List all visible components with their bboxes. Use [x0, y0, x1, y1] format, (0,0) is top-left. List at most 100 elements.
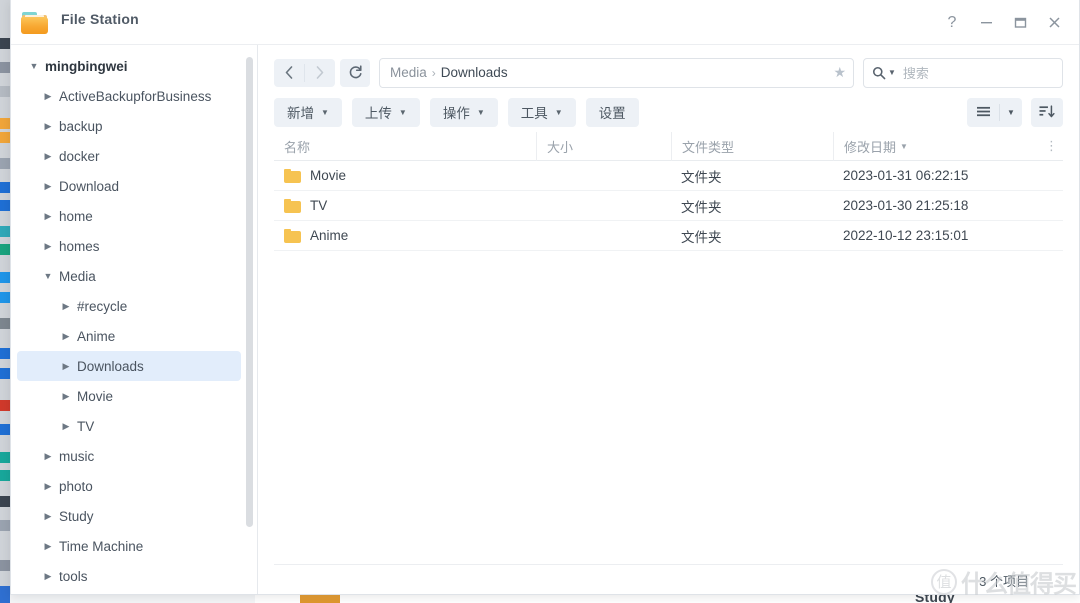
- sort-button[interactable]: [1031, 97, 1063, 127]
- taskbar-icon-fragment: [0, 560, 10, 571]
- sidebar-item-label: #recycle: [77, 298, 128, 314]
- maximize-icon: [1014, 17, 1026, 28]
- chevron-right-icon[interactable]: ▶: [41, 511, 55, 521]
- sidebar-item-label: Movie: [77, 388, 114, 404]
- chevron-right-icon[interactable]: ▶: [41, 91, 55, 101]
- taskbar-icon-fragment: [0, 244, 10, 255]
- sidebar-item-label: Downloads: [77, 358, 144, 374]
- sidebar-scrollbar[interactable]: [246, 57, 253, 527]
- history-buttons: [274, 58, 335, 87]
- close-button[interactable]: [1037, 6, 1071, 40]
- create-button[interactable]: 新增 ▼: [274, 97, 342, 127]
- sidebar-item-recycle[interactable]: ▶ #recycle: [17, 291, 241, 321]
- cell-name: TV: [274, 191, 536, 221]
- favorite-star-icon[interactable]: ★: [833, 64, 846, 81]
- sidebar-item-label: homes: [59, 238, 100, 254]
- tools-button[interactable]: 工具 ▼: [507, 97, 576, 127]
- column-header-modified[interactable]: 修改日期 ▼: [833, 132, 1041, 161]
- sidebar-item-label: mingbingwei: [45, 58, 128, 74]
- file-list: 名称 大小 文件类型 修改日期 ▼ ⋮ Movie 文件夹 2023-01-31 06:22:…: [274, 132, 1063, 564]
- file-list-body: Movie 文件夹 2023-01-31 06:22:15 TV 文件夹 2023-01-…: [274, 161, 1063, 251]
- table-row[interactable]: Anime 文件夹 2022-10-12 23:15:01: [274, 221, 1063, 251]
- chevron-right-icon[interactable]: ▶: [41, 211, 55, 221]
- sidebar-item-activebackupforbusiness[interactable]: ▶ ActiveBackupforBusiness: [17, 81, 241, 111]
- sidebar-item-photo[interactable]: ▶ photo: [17, 471, 241, 501]
- sidebar-item-backup[interactable]: ▶ backup: [17, 111, 241, 141]
- sidebar-item-study[interactable]: ▶ Study: [17, 501, 241, 531]
- forward-button[interactable]: [305, 59, 335, 87]
- search-input[interactable]: ▼ 搜索: [863, 57, 1063, 88]
- search-icon: [872, 66, 886, 80]
- sidebar-item-time-machine[interactable]: ▶ Time Machine: [17, 531, 241, 561]
- maximize-button[interactable]: [1003, 6, 1037, 40]
- toolbar: 新增 ▼ 上传 ▼ 操作 ▼ 工具 ▼ 设置 ▼: [258, 92, 1079, 132]
- sidebar-item-home[interactable]: ▶ home: [17, 201, 241, 231]
- sidebar-item-label: docker: [59, 148, 100, 164]
- search-scope-caret-icon[interactable]: ▼: [888, 68, 896, 77]
- chevron-down-icon: ▼: [476, 107, 485, 117]
- refresh-button[interactable]: [340, 58, 370, 87]
- toolbar-button-label: 新增: [287, 106, 314, 121]
- view-mode-caret-icon[interactable]: ▼: [1000, 98, 1022, 127]
- action-button[interactable]: 操作 ▼: [429, 97, 498, 127]
- sidebar-item-anime[interactable]: ▶ Anime: [17, 321, 241, 351]
- breadcrumb[interactable]: Media › Downloads ★: [379, 57, 854, 88]
- help-icon: ?: [947, 13, 957, 31]
- close-icon: [1048, 17, 1060, 28]
- cell-name: Anime: [274, 221, 536, 251]
- sidebar-item-download[interactable]: ▶ Download: [17, 171, 241, 201]
- breadcrumb-item[interactable]: Media: [388, 65, 429, 80]
- chevron-right-icon[interactable]: ▶: [41, 481, 55, 491]
- upload-button[interactable]: 上传 ▼: [351, 97, 420, 127]
- chevron-right-icon[interactable]: ▶: [41, 181, 55, 191]
- sidebar-item-label: ActiveBackupforBusiness: [59, 88, 212, 104]
- taskbar-icon-fragment: [0, 200, 10, 211]
- table-row[interactable]: TV 文件夹 2023-01-30 21:25:18: [274, 191, 1063, 221]
- chevron-down-icon[interactable]: ▼: [41, 271, 55, 281]
- chevron-down-icon: ▼: [398, 107, 407, 117]
- taskbar-icon-fragment: [0, 226, 10, 237]
- sidebar-item-homes[interactable]: ▶ homes: [17, 231, 241, 261]
- column-options-icon[interactable]: ⋮: [1041, 138, 1063, 154]
- sidebar-item-label: tools: [59, 568, 88, 584]
- column-header-label: 大小: [547, 139, 574, 155]
- minimize-button[interactable]: [969, 6, 1003, 40]
- sidebar-item-movie[interactable]: ▶ Movie: [17, 381, 241, 411]
- settings-button[interactable]: 设置: [585, 97, 639, 127]
- sidebar-item-media[interactable]: ▼ Media: [17, 261, 241, 291]
- column-header-type[interactable]: 文件类型: [671, 132, 833, 161]
- chevron-right-icon[interactable]: ▶: [41, 121, 55, 131]
- chevron-right-icon[interactable]: ▶: [59, 421, 73, 431]
- chevron-right-icon[interactable]: ▶: [41, 241, 55, 251]
- help-button[interactable]: ?: [935, 6, 969, 40]
- sidebar-item-downloads[interactable]: ▶ Downloads: [17, 351, 241, 381]
- chevron-down-icon[interactable]: ▼: [27, 61, 41, 71]
- taskbar-icon-fragment: [0, 368, 10, 379]
- chevron-right-icon[interactable]: ▶: [41, 571, 55, 581]
- chevron-left-icon: [285, 66, 293, 79]
- list-view-button[interactable]: [967, 98, 999, 127]
- chevron-right-icon[interactable]: ▶: [59, 361, 73, 371]
- chevron-right-icon[interactable]: ▶: [41, 541, 55, 551]
- column-header-name[interactable]: 名称: [274, 132, 536, 161]
- sidebar-item-mingbingwei[interactable]: ▼ mingbingwei: [17, 51, 241, 81]
- table-row[interactable]: Movie 文件夹 2023-01-31 06:22:15: [274, 161, 1063, 191]
- chevron-right-icon[interactable]: ▶: [59, 331, 73, 341]
- chevron-right-icon[interactable]: ▶: [59, 301, 73, 311]
- taskbar-icon-fragment: [0, 62, 10, 73]
- chevron-right-icon[interactable]: ▶: [41, 151, 55, 161]
- column-header-size[interactable]: 大小: [536, 132, 671, 161]
- chevron-right-icon[interactable]: ▶: [59, 391, 73, 401]
- toolbar-button-label: 操作: [442, 106, 470, 121]
- sidebar-item-docker[interactable]: ▶ docker: [17, 141, 241, 171]
- sidebar-item-tools[interactable]: ▶ tools: [17, 561, 241, 591]
- chevron-right-icon[interactable]: ▶: [41, 451, 55, 461]
- sidebar-item-tv[interactable]: ▶ TV: [17, 411, 241, 441]
- cell-modified: 2023-01-31 06:22:15: [843, 168, 969, 183]
- sidebar-item-music[interactable]: ▶ music: [17, 441, 241, 471]
- column-header-label: 修改日期: [844, 139, 897, 155]
- sidebar-item-video[interactable]: ▶video: [17, 591, 241, 594]
- sidebar-item-label: Study: [59, 508, 94, 524]
- back-button[interactable]: [274, 59, 304, 87]
- breadcrumb-item[interactable]: Downloads: [439, 65, 510, 80]
